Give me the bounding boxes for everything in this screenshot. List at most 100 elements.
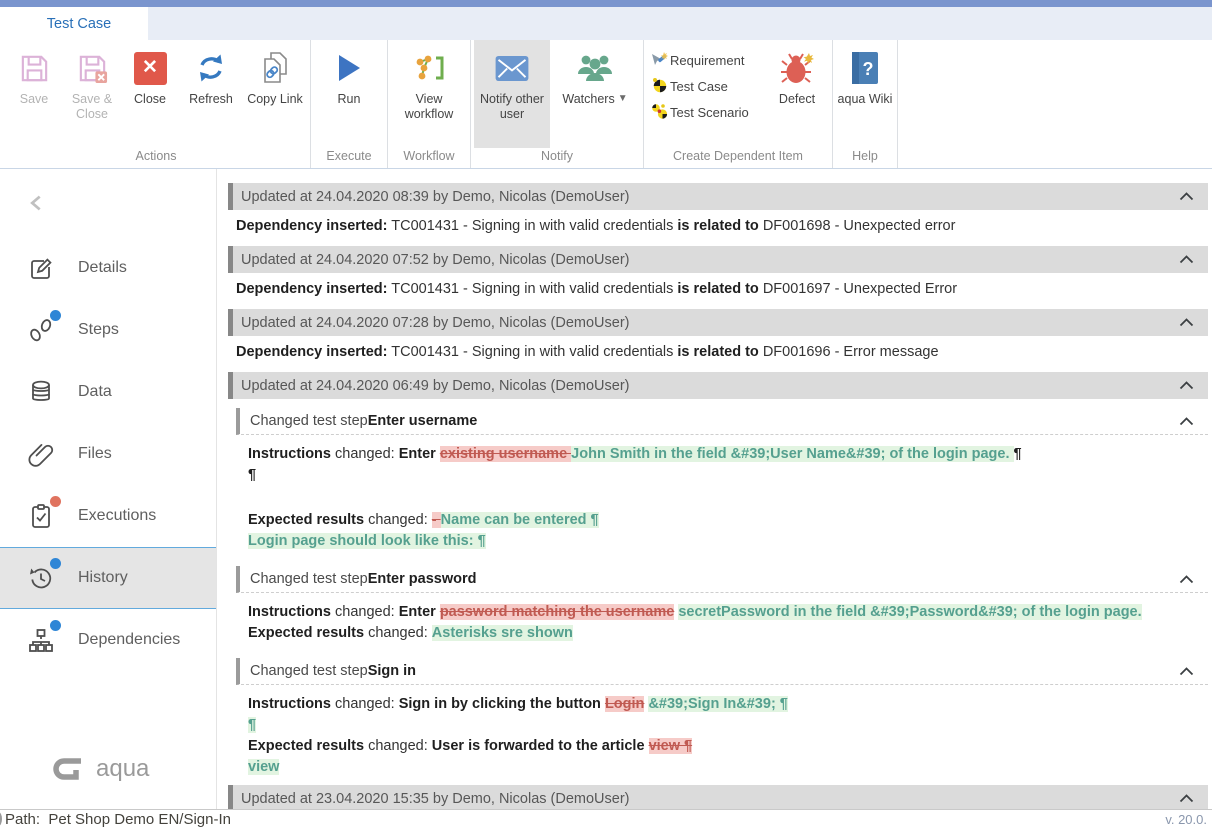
text-segment: changed: (331, 446, 399, 462)
collapse-icon[interactable] (1179, 192, 1194, 201)
sidebar-item-label: History (78, 569, 128, 587)
text-segment: Dependency inserted: (236, 218, 388, 234)
collapse-icon[interactable] (1179, 575, 1194, 584)
collapse-icon[interactable] (1179, 381, 1194, 390)
close-button[interactable]: ✕ Close (121, 40, 179, 148)
path-label: Path: (5, 811, 40, 828)
sidebar: Details Steps Data (0, 169, 217, 809)
history-entry-header[interactable]: Updated at 24.04.2020 08:39 by Demo, Nic… (228, 183, 1208, 210)
text-segment: - (432, 512, 441, 528)
sidebar-item-history[interactable]: History (0, 547, 216, 609)
notify-other-user-button[interactable]: Notify other user (474, 40, 550, 148)
test-step-header[interactable]: Changed test step Sign in (236, 658, 1208, 685)
item-label: Requirement (670, 53, 744, 68)
test-step-header[interactable]: Changed test step Enter username (236, 408, 1208, 435)
sidebar-item-files[interactable]: Files (0, 423, 216, 485)
collapse-icon[interactable] (1179, 667, 1194, 676)
wiki-book-icon: ? (850, 49, 880, 87)
history-entry-header[interactable]: Updated at 24.04.2020 06:49 by Demo, Nic… (228, 372, 1208, 399)
ribbon-group-workflow: View workflow Workflow (388, 40, 471, 168)
ribbon-tab-row: Test Case (0, 7, 1212, 40)
button-label: Refresh (189, 92, 233, 107)
close-icon: ✕ (134, 49, 167, 87)
text-segment: ¶ (248, 717, 256, 733)
requirement-icon (651, 51, 668, 70)
sidebar-item-dependencies[interactable]: Dependencies (0, 609, 216, 671)
edit-icon (26, 253, 56, 283)
copy-link-button[interactable]: Copy Link (243, 40, 307, 148)
history-entry-title: Updated at 24.04.2020 06:49 by Demo, Nic… (241, 378, 629, 394)
text-segment: changed: (331, 604, 399, 620)
create-test-case-button[interactable]: Test Case (651, 77, 761, 96)
text-segment: Instructions (248, 696, 331, 712)
text-segment: Expected results (248, 625, 364, 641)
save-button[interactable]: Save (5, 40, 63, 148)
chevron-left-icon (28, 194, 45, 212)
org-chart-icon (26, 625, 56, 655)
history-entry-body: Dependency inserted: TC001431 - Signing … (228, 275, 1208, 307)
create-defect-button[interactable]: Defect (765, 40, 829, 148)
history-entry-body: Dependency inserted: TC001431 - Signing … (228, 212, 1208, 244)
button-label: Save (20, 92, 49, 107)
history-text-line: Expected results changed: - Name can be … (248, 510, 1198, 531)
ribbon-group-label: Notify (474, 148, 640, 168)
collapse-icon[interactable] (1179, 255, 1194, 264)
aqua-wiki-button[interactable]: ? aqua Wiki (836, 40, 894, 148)
collapse-icon[interactable] (1179, 318, 1194, 327)
test-step-name: Sign in (368, 663, 416, 679)
watchers-button[interactable]: Watchers ▼ (550, 40, 640, 148)
spacer (248, 486, 1198, 510)
run-button[interactable]: Run (314, 40, 384, 148)
collapse-sidebar-button[interactable] (0, 169, 216, 237)
view-workflow-button[interactable]: View workflow (391, 40, 467, 148)
history-entry-header[interactable]: Updated at 24.04.2020 07:52 by Demo, Nic… (228, 246, 1208, 273)
text-segment: password matching the username (440, 604, 674, 620)
history-text-line: ¶ (248, 715, 1198, 736)
sidebar-item-executions[interactable]: Executions (0, 485, 216, 547)
clipboard-check-icon (26, 501, 56, 531)
sidebar-item-label: Data (78, 383, 112, 401)
text-segment: DF001696 - Error message (759, 344, 939, 360)
button-label: aqua Wiki (838, 92, 893, 107)
text-segment: Login (605, 696, 644, 712)
text-segment: Instructions (248, 446, 331, 462)
envelope-icon (494, 49, 530, 87)
text-segment: Sign in by clicking the button (399, 696, 605, 712)
history-entry-header[interactable]: Updated at 24.04.2020 07:28 by Demo, Nic… (228, 309, 1208, 336)
test-step-body: Instructions changed: Enter password mat… (228, 593, 1208, 649)
save-and-close-button[interactable]: Save & Close (63, 40, 121, 148)
text-segment: User is forwarded to the article (432, 738, 649, 754)
sidebar-item-steps[interactable]: Steps (0, 299, 216, 361)
history-entry-title: Updated at 24.04.2020 08:39 by Demo, Nic… (241, 189, 629, 205)
button-label: Copy Link (247, 92, 303, 107)
sidebar-item-data[interactable]: Data (0, 361, 216, 423)
history-entry-header[interactable]: Updated at 23.04.2020 15:35 by Demo, Nic… (228, 785, 1208, 809)
text-segment: John Smith in the field &#39;User Name&#… (571, 446, 1013, 462)
ribbon-group-notify: Notify other user Watchers ▼ Notif (471, 40, 644, 168)
test-step-name: Enter password (368, 571, 477, 587)
refresh-button[interactable]: Refresh (179, 40, 243, 148)
text-segment: Enter (399, 446, 440, 462)
button-label: Notify other user (474, 92, 550, 122)
status-bar: Path: Pet Shop Demo EN/Sign-In v. 20.0. (0, 809, 1212, 828)
history-text-line: Instructions changed: Enter existing use… (248, 444, 1198, 465)
history-text-line: Expected results changed: Asterisks sre … (248, 623, 1198, 644)
notification-badge (50, 496, 61, 507)
save-close-icon (76, 49, 109, 87)
run-icon (339, 49, 360, 87)
text-segment: is related to (677, 218, 758, 234)
test-step-prefix: Changed test step (250, 571, 368, 587)
create-requirement-button[interactable]: Requirement (651, 51, 761, 70)
paperclip-icon (26, 439, 56, 469)
collapse-icon[interactable] (1179, 417, 1194, 426)
test-step-header[interactable]: Changed test step Enter password (236, 566, 1208, 593)
collapse-icon[interactable] (1179, 794, 1194, 803)
text-segment: view (248, 759, 279, 775)
history-entry: Updated at 24.04.2020 07:52 by Demo, Nic… (228, 246, 1208, 307)
test-scenario-icon (651, 103, 668, 122)
text-segment: changed: (364, 738, 432, 754)
test-case-icon (651, 77, 668, 96)
tab-test-case[interactable]: Test Case (10, 7, 148, 40)
create-test-scenario-button[interactable]: Test Scenario (651, 103, 761, 122)
sidebar-item-details[interactable]: Details (0, 237, 216, 299)
